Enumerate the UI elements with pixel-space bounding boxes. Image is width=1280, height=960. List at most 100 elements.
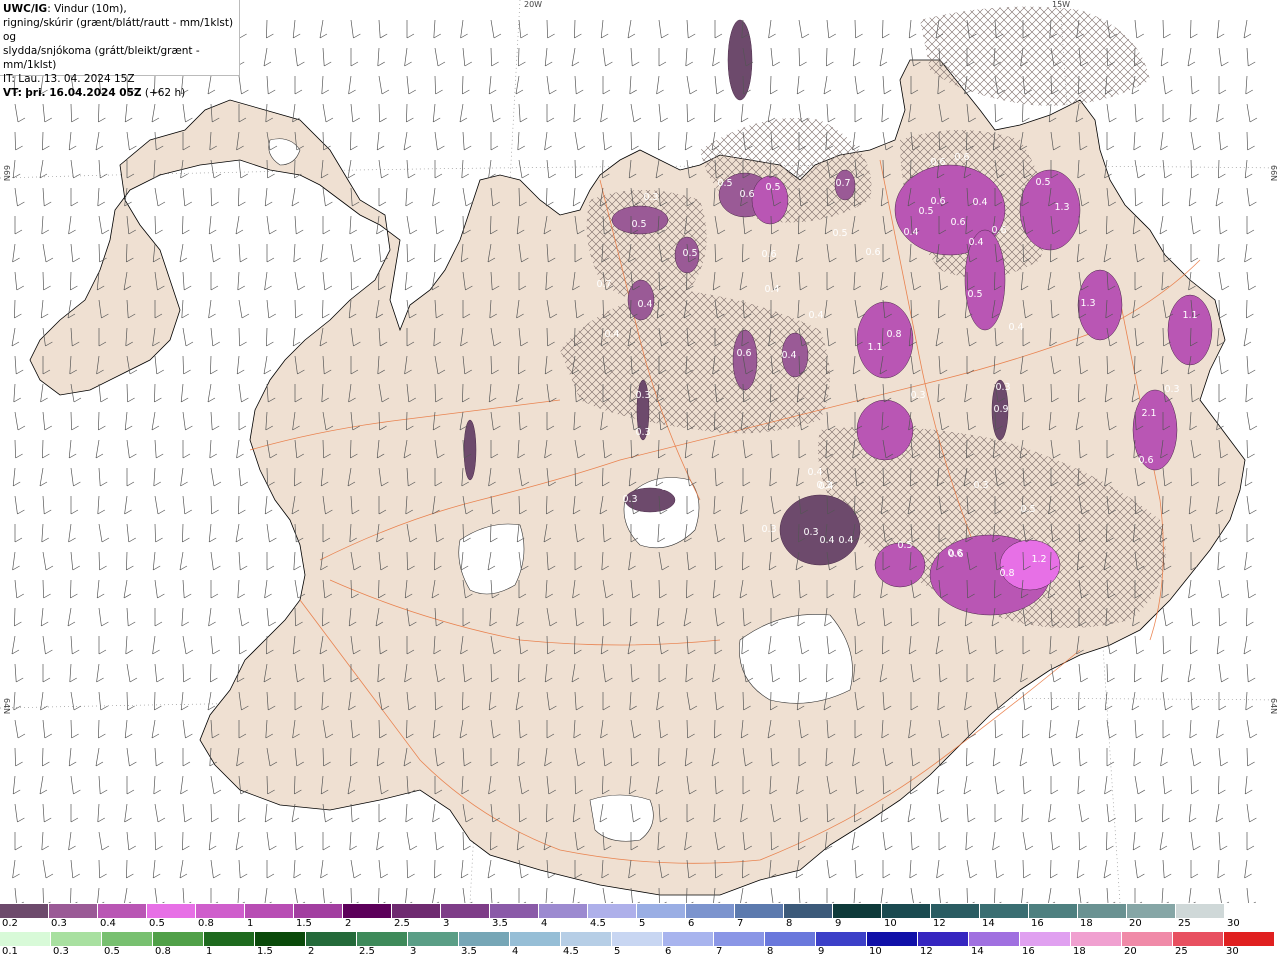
grid-label-right-66n: 66N — [1269, 165, 1278, 182]
legend-swatch — [245, 904, 294, 918]
legend-label: 0.4 — [100, 918, 116, 929]
model-name: UWC/IG — [3, 3, 48, 15]
legend-label: 9 — [835, 918, 842, 929]
legend-label: 12 — [920, 946, 933, 957]
vt-offset: (+62 h) — [144, 87, 186, 99]
legend-label: 10 — [884, 918, 897, 929]
legend-swatch — [459, 932, 510, 946]
legend-label: 5 — [639, 918, 646, 929]
precip-value-label: 0.6 — [947, 548, 962, 559]
legend-swatch — [357, 932, 408, 946]
legend-swatch — [1173, 932, 1224, 946]
precip-value-label: 0.7 — [596, 279, 611, 290]
legend-label: 0.3 — [53, 946, 69, 957]
legend-swatch — [686, 904, 735, 918]
precip-value-label: 0.4 — [808, 310, 823, 321]
legend-swatch — [1029, 904, 1078, 918]
precip-value-label: 0.5 — [660, 482, 675, 493]
precip-value-label: 0.5 — [717, 178, 732, 189]
legend-swatch — [588, 904, 637, 918]
precip-value-label: 0.4 — [637, 299, 652, 310]
legend-swatch — [1176, 904, 1225, 918]
precip-value-label: 0.3 — [643, 192, 658, 203]
info-line2: rigning/skúrir (grænt/blátt/rautt - mm/1… — [3, 17, 234, 43]
precip-value-label: 0.5 — [1020, 504, 1035, 515]
legend-swatch — [51, 932, 102, 946]
legend-swatch — [1127, 904, 1176, 918]
legend-label: 3 — [443, 918, 450, 929]
valid-time-line: VT: þri. 16.04.2024 05Z (+62 h) — [3, 86, 236, 100]
legend-swatch — [343, 904, 392, 918]
legend-swatch — [980, 904, 1029, 918]
precip-value-label: 0.4 — [819, 535, 834, 546]
legend-swatch — [714, 932, 765, 946]
legend-label: 8 — [786, 918, 793, 929]
legend-swatch — [663, 932, 714, 946]
precip-value-label: 0.4 — [968, 237, 983, 248]
legend-swatch — [882, 904, 931, 918]
precip-value-label: 2.1 — [1141, 408, 1156, 419]
legend-label: 2 — [308, 946, 315, 957]
legend-swatch — [0, 904, 49, 918]
legend-label: 0.5 — [149, 918, 165, 929]
grid-label-20w: 20W — [524, 0, 543, 9]
legend-label: 7 — [737, 918, 744, 929]
legend-label: 8 — [767, 946, 774, 957]
legend-label: 2 — [345, 918, 352, 929]
precip-value-label: 0.8 — [886, 329, 901, 340]
legend-swatch — [102, 932, 153, 946]
legend-swatch — [561, 932, 612, 946]
precip-value-label: 0.4 — [807, 467, 822, 478]
legend-swatch — [612, 932, 663, 946]
precip-value-label: 0.6 — [954, 152, 969, 163]
precip-value-label: 0.5 — [967, 289, 982, 300]
legend-swatch — [918, 932, 969, 946]
precip-value-label: 0.5 — [765, 182, 780, 193]
legend-label: 2.5 — [394, 918, 410, 929]
grid-label-15w: 15W — [1052, 0, 1071, 9]
legend-swatch — [408, 932, 459, 946]
legend-label: 0.8 — [198, 918, 214, 929]
legend-label: 25 — [1178, 918, 1191, 929]
legend-swatch — [816, 932, 867, 946]
legend-swatch — [49, 904, 98, 918]
precip-value-label: 0.4 — [903, 227, 918, 238]
legend-rain-colors — [0, 932, 1280, 946]
legend-swatch — [784, 904, 833, 918]
precip-value-label: 1.3 — [1054, 202, 1069, 213]
precip-value-label: 0.4 — [1008, 322, 1023, 333]
precip-value-label: 0.4 — [972, 197, 987, 208]
precip-value-label: 0.4 — [764, 284, 779, 295]
legend-swatch — [147, 904, 196, 918]
legend-swatch — [867, 932, 918, 946]
legend-label: 1.5 — [257, 946, 273, 957]
legend-label: 14 — [971, 946, 984, 957]
precip-value-label: 0.6 — [930, 157, 945, 168]
vt-value: þri. 16.04.2024 05Z — [25, 87, 142, 99]
info-title-line: UWC/IG: Vindur (10m), — [3, 2, 236, 16]
legend-label: 25 — [1175, 946, 1188, 957]
legend-label: 10 — [869, 946, 882, 957]
legend-swatch — [306, 932, 357, 946]
legend-label: 0.3 — [51, 918, 67, 929]
precip-value-label: 0.4 — [604, 329, 619, 340]
legend-swatch — [833, 904, 882, 918]
legend-label: 3.5 — [461, 946, 477, 957]
legend-label: 12 — [933, 918, 946, 929]
legend-snow-labels: 0.2 0.3 0.4 0.5 0.8 1 1.5 2 2.5 3 3.5 4 4.5 5 6 7 8 9 10 12… — [0, 918, 1280, 930]
weather-map: 0.3 0.5 0.6 0.5 0.5 0.5 0.7 0.4 0.4 0.6 0.4 0.4 0.6 0… — [0, 0, 1280, 903]
legend-label: 30 — [1227, 918, 1240, 929]
precip-value-label: 0.6 — [739, 189, 754, 200]
legend-swatch — [204, 932, 255, 946]
legend-label: 4 — [541, 918, 548, 929]
legend-label: 0.8 — [155, 946, 171, 957]
legend-swatch — [294, 904, 343, 918]
precip-value-label: 0.5 — [832, 228, 847, 239]
legend-label: 9 — [818, 946, 825, 957]
legend-label: 4 — [512, 946, 519, 957]
legend-rain-labels: 0.1 0.3 0.5 0.8 1 1.5 2 2.5 3 3.5 4 4.5 5 6 7 8 9 10 12 14 1… — [0, 946, 1280, 958]
title-rest: : Vindur (10m), — [47, 3, 127, 15]
precip-value-label: 0.3 — [635, 390, 650, 401]
legend-swatch — [153, 932, 204, 946]
legend-label: 6 — [688, 918, 695, 929]
